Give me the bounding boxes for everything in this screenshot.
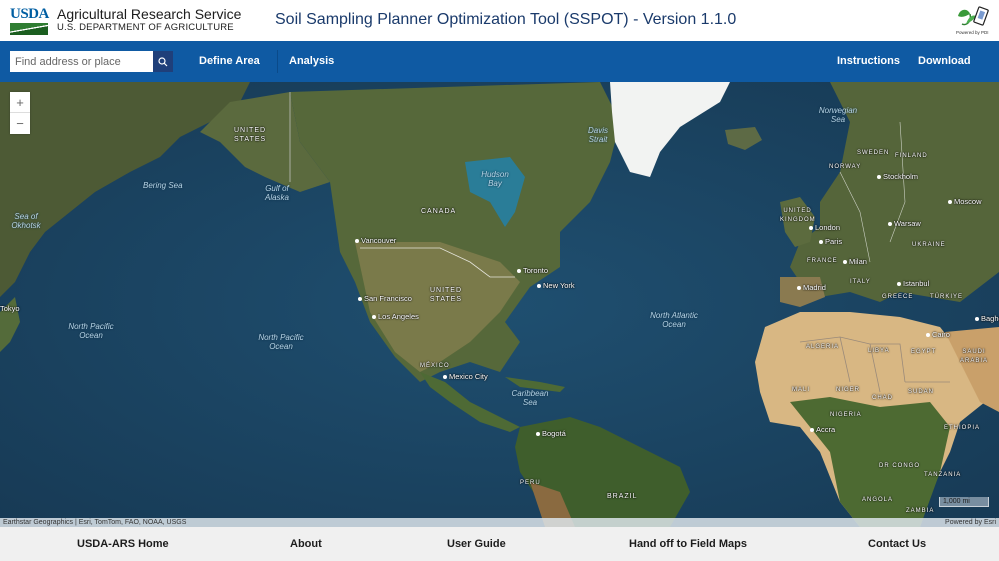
map-label-water: Gulf of Alaska [264,184,289,202]
map-label-country: PERU [520,480,541,486]
footer-link-usda-ars-home[interactable]: USDA-ARS Home [77,538,169,550]
map-label-water: North Pacific Ocean [68,322,114,340]
nav-define-area[interactable]: Define Area [199,55,260,67]
map-label-city: Baghdad [975,314,999,323]
map-label-city: Stockholm [877,172,918,181]
map-label-country: SAUDI ARABIA [959,349,988,364]
map-label-country: LIBYA [868,348,890,354]
map-label-country: TÜRKIYE [930,294,964,300]
usda-logo[interactable]: USDA [10,6,49,35]
map-label-country: UNITED STATES [234,127,267,143]
usda-logo-text: USDA [10,6,49,22]
footer-link-about[interactable]: About [290,538,322,550]
map-label-city: Tokyo [0,304,20,313]
map-label-country: MALI [792,387,811,393]
search-input[interactable] [10,51,153,72]
map-label-water: Hudson Bay [481,170,509,188]
map-attribution: Earthstar Geographics | Esri, TomTom, FA… [0,518,999,527]
footer-link-field-maps[interactable]: Hand off to Field Maps [629,538,747,550]
agency-block: Agricultural Research Service U.S. DEPAR… [57,7,241,34]
map-label-city: Madrid [797,283,826,292]
usda-field-icon [10,23,48,35]
map-label-country: ALGERIA [806,344,840,350]
nav-instructions[interactable]: Instructions [837,55,900,67]
map-label-country: ANGOLA [862,497,894,503]
map-label-city: Moscow [948,197,982,206]
department-name: U.S. DEPARTMENT OF AGRICULTURE [57,22,234,33]
search-icon [158,56,168,66]
map-label-city: Paris [819,237,842,246]
footer-link-contact-us[interactable]: Contact Us [868,538,926,550]
leaf-tablet-icon [958,6,989,26]
map-label-country: NORWAY [829,164,862,170]
map-label-city: Vancouver [355,236,396,245]
app-header: USDA Agricultural Research Service U.S. … [0,0,999,41]
map-label-city: Cairo [926,330,950,339]
zoom-in-button[interactable]: + [10,92,30,113]
map-label-country: ITALY [850,279,871,285]
map-label-city: New York [537,281,575,290]
map-label-country: CHAD [872,395,894,401]
map-label-city: Los Angeles [372,312,419,321]
map-label-country: SUDAN [908,389,935,395]
map-label-country: ETHIOPIA [944,425,981,431]
map-label-water: North Atlantic Ocean [650,311,698,329]
pdi-logo: Powered by PDI [952,4,992,38]
map-label-city: Toronto [517,266,548,275]
map-label-city: Istanbul [897,279,929,288]
zoom-control: + − [10,92,30,134]
attribution-text: Earthstar Geographics | Esri, TomTom, FA… [3,519,187,526]
map-label-water: North Pacific Ocean [258,333,304,351]
map-label-water: Caribbean Sea [511,389,549,407]
map-label-country: FINLAND [895,153,928,159]
search-button[interactable] [153,51,173,72]
map-label-country: NIGER [836,387,861,393]
map-label-city: Warsaw [888,219,921,228]
map-label-country: UNITED STATES [429,287,463,303]
map-label-city: Mexico City [443,372,488,381]
map-label-country: NIGERIA [830,412,862,418]
map-label-country: BRAZIL [607,493,638,500]
app-title: Soil Sampling Planner Optimization Tool … [275,11,737,28]
app-footer: USDA-ARS Home About User Guide Hand off … [0,527,999,561]
map-label-country: MÉXICO [420,363,450,369]
map-label-city: San Francisco [358,294,412,303]
map-label-country: ZAMBIA [906,508,935,514]
nav-analysis[interactable]: Analysis [289,55,334,67]
nav-divider [277,50,278,73]
satellite-basemap [0,82,999,527]
map-label-country: EGYPT [911,349,937,355]
scale-bar: 1,000 mi [939,497,989,507]
nav-download[interactable]: Download [918,55,971,67]
map-label-water: Sea of Okhotsk [11,212,41,230]
map-label-country: UKRAINE [912,242,946,248]
map-label-city: London [809,223,840,232]
main-navbar: Define Area Analysis Instructions Downlo… [0,41,999,82]
map-label-country: CANADA [421,208,457,215]
map-label-country: SWEDEN [857,150,890,156]
map-label-water: Davis Strait [587,126,608,144]
map-label-water: Norwegian Sea [818,106,858,124]
zoom-out-button[interactable]: − [10,113,30,134]
map-label-city: Accra [810,425,835,434]
map-view[interactable]: + − UNITED STATES CANADA UNITED STATES M… [0,82,999,527]
map-label-city: Milan [843,257,867,266]
partner-caption: Powered by PDI [956,30,989,35]
map-label-city: Bogotá [536,429,566,438]
search-widget [10,51,173,72]
powered-by-esri-link[interactable]: Powered by Esri [945,518,996,527]
map-label-country: DR CONGO [879,463,920,469]
agency-name: Agricultural Research Service [57,6,242,22]
map-label-country: FRANCE [807,258,838,264]
map-label-water: Bering Sea [143,181,183,190]
map-label-country: GREECE [882,294,914,300]
footer-link-user-guide[interactable]: User Guide [447,538,506,550]
map-label-country: TANZANIA [924,472,962,478]
